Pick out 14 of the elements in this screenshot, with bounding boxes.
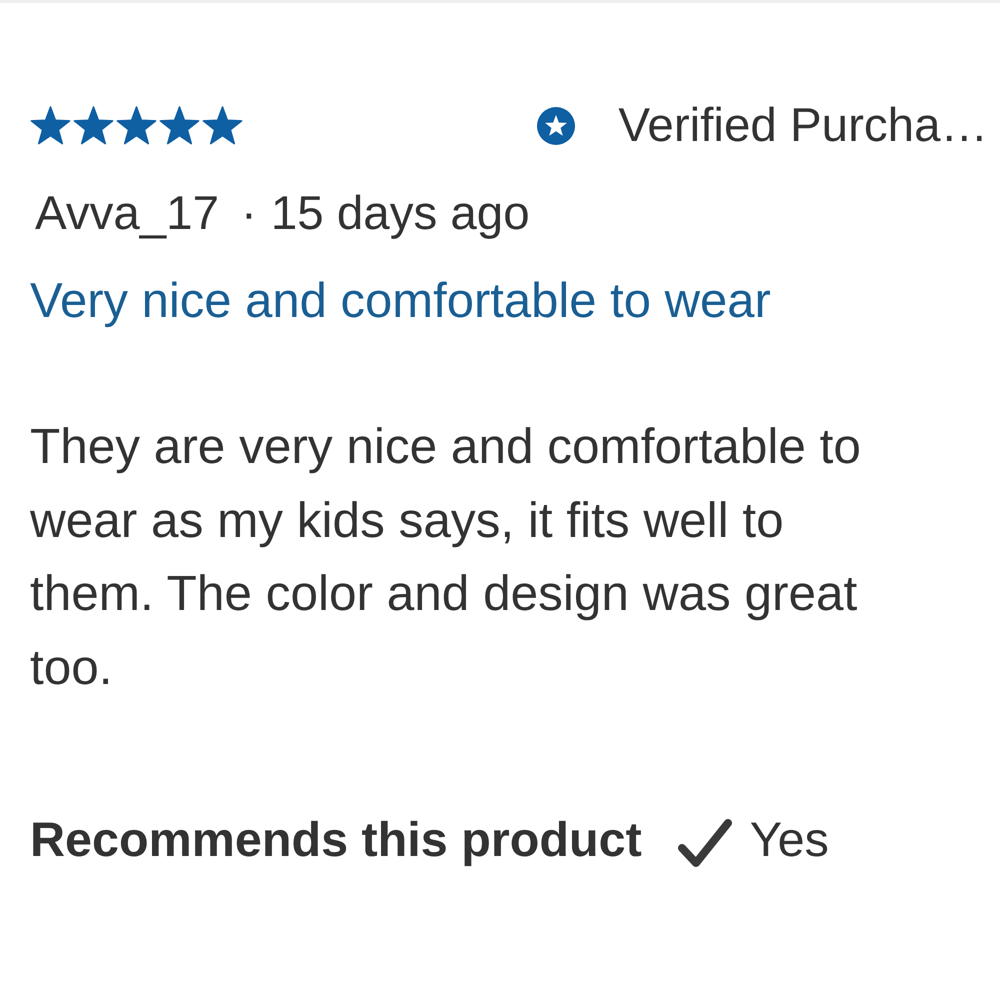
- author-name: Avva_17: [35, 186, 219, 242]
- recommend-answer: Yes: [750, 812, 829, 868]
- recommends-label: Recommends this product: [30, 812, 642, 868]
- separator-dot: ·: [241, 186, 257, 242]
- star-icon: [202, 106, 243, 146]
- review-title: Very nice and comfortable to wear: [30, 273, 772, 329]
- star-badge-icon: [536, 106, 576, 146]
- star-icon: [159, 106, 200, 146]
- review-date: 15 days ago: [270, 186, 530, 242]
- review-text: They are very nice and comfortable to wear as my kids says, it fits well to them. The color and design was great too.: [30, 418, 862, 696]
- verified-purchase-label: Verified Purcha…: [618, 98, 988, 154]
- star-icon: [116, 106, 157, 146]
- star-icon: [73, 106, 114, 146]
- star-icon: [30, 106, 71, 146]
